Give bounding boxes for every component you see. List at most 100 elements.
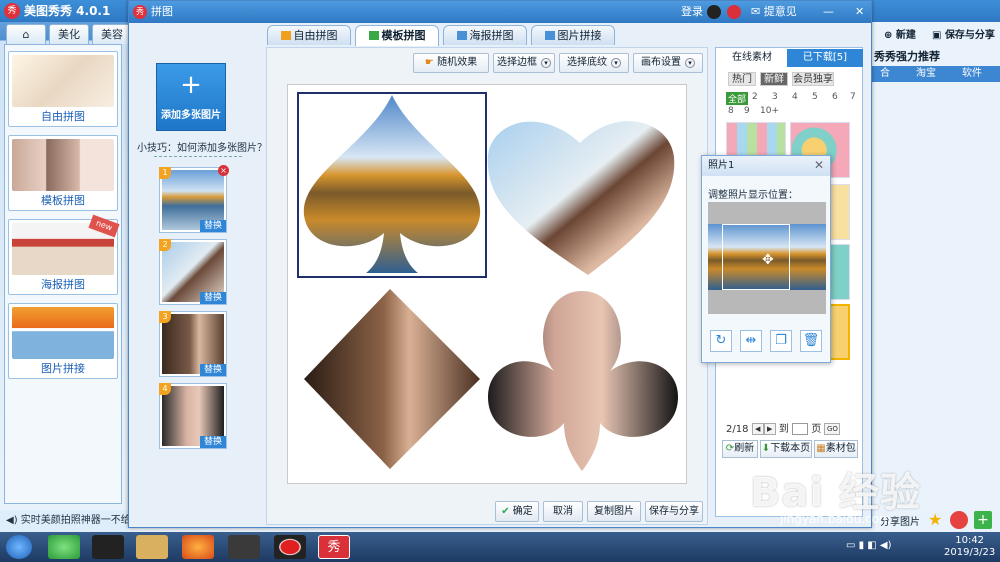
firefox-icon[interactable] (182, 535, 214, 559)
recommend-tab[interactable]: 合 (880, 66, 890, 82)
close-icon[interactable]: ✕ (814, 158, 824, 172)
tab-template-collage[interactable]: 模板拼图 (355, 25, 439, 46)
tab-poster-collage[interactable]: 海报拼图 (443, 25, 527, 45)
tray-icons[interactable]: ▭ ▮ ◧ ◀) (846, 540, 892, 551)
meitu-taskbar-icon[interactable]: 秀 (318, 535, 350, 559)
heart-photo[interactable] (487, 121, 675, 275)
refresh-icon: ⟳ (725, 443, 735, 454)
delete-icon[interactable]: 🗑 (800, 330, 822, 352)
card-image-stitch[interactable]: 图片拼接 (8, 303, 118, 379)
video-player-icon[interactable] (228, 535, 260, 559)
filter-2[interactable]: 2 (752, 92, 758, 102)
check-icon: ✔ (501, 506, 513, 517)
add-multiple-images-button[interactable]: + 添加多张图片 (156, 63, 226, 131)
card-thumbnail (12, 307, 114, 359)
delete-icon[interactable]: × (218, 165, 229, 176)
tab-free-collage[interactable]: 自由拼图 (267, 25, 351, 45)
feedback-link[interactable]: ✉ 提意见 (751, 4, 797, 20)
copy-icon[interactable]: ❐ (770, 330, 792, 352)
download-page-button[interactable]: ⬇下载本页 (760, 440, 812, 458)
random-effect-button[interactable]: ☛ 随机效果 (413, 53, 489, 73)
filter-8[interactable]: 8 (728, 106, 734, 116)
system-clock[interactable]: 10:42 2019/3/23 (944, 535, 995, 559)
spade-photo[interactable] (303, 95, 481, 273)
copy-image-button[interactable]: 复制图片 (587, 501, 641, 522)
replace-button[interactable]: 替换 (200, 364, 226, 376)
photo-slot-3[interactable]: 3 替换 (159, 311, 227, 377)
tab-image-stitch[interactable]: 图片拼接 (531, 25, 615, 45)
photo-slot-4[interactable]: 4 替换 (159, 383, 227, 449)
tab-downloaded[interactable]: 已下载[5] (787, 49, 863, 67)
qq-icon[interactable] (92, 535, 124, 559)
template-collage-icon (368, 31, 379, 40)
recommend-tab[interactable]: 淘宝 (916, 66, 936, 82)
card-label: 自由拼图 (41, 110, 85, 123)
recommend-tab[interactable]: 软件 (962, 66, 982, 82)
recorder-icon[interactable] (274, 535, 306, 559)
move-icon[interactable]: ✥ (762, 252, 774, 268)
new-button[interactable]: ⊕ 新建 (884, 26, 916, 41)
filter-10-plus[interactable]: 10+ (760, 106, 779, 116)
filter-5[interactable]: 5 (812, 92, 818, 102)
flip-icon[interactable]: ⇹ (740, 330, 762, 352)
file-explorer-icon[interactable] (136, 535, 168, 559)
photo-slot-2[interactable]: 2 替换 (159, 239, 227, 305)
refresh-button[interactable]: ⟳刷新 (722, 440, 758, 458)
main-app-right-area (872, 22, 1000, 510)
photo-slot-1[interactable]: 1 × 替换 (159, 165, 229, 233)
club-photo[interactable] (488, 291, 678, 471)
save-share-button[interactable]: 保存与分享 (645, 501, 703, 522)
cancel-button[interactable]: 取消 (543, 501, 583, 522)
add-icon[interactable]: + (974, 511, 992, 529)
login-link[interactable]: 登录 (681, 4, 703, 20)
category-new[interactable]: 新鲜 (760, 72, 788, 86)
card-label: 图片拼接 (41, 362, 85, 375)
canvas-settings-button[interactable]: 画布设置 ▾ (633, 53, 703, 73)
card-poster-collage[interactable]: new 海报拼图 (8, 214, 120, 295)
tab-home[interactable]: ⌂ (6, 24, 46, 44)
filter-9[interactable]: 9 (744, 106, 750, 116)
crop-frame[interactable] (722, 224, 790, 290)
weibo-icon[interactable] (727, 5, 741, 19)
save-share-button[interactable]: ▣ 保存与分享 (932, 26, 995, 41)
category-hot[interactable]: 热门 (728, 72, 756, 86)
tab-online-materials[interactable]: 在线素材 (717, 49, 787, 67)
next-page-button[interactable]: ▶ (763, 423, 776, 435)
filter-4[interactable]: 4 (792, 92, 798, 102)
filter-3[interactable]: 3 (772, 92, 778, 102)
qq-icon[interactable] (707, 5, 721, 19)
confirm-button[interactable]: ✔ 确定 (495, 501, 539, 522)
slot-number: 2 (159, 239, 171, 251)
card-template-collage[interactable]: 模板拼图 (8, 135, 118, 211)
bottom-ad-bar[interactable]: ◀) 实时美颜拍照神器一不给图 (0, 510, 128, 532)
rotate-icon[interactable]: ↻ (710, 330, 732, 352)
weibo-icon[interactable] (950, 511, 968, 529)
browser-360-icon[interactable] (48, 535, 80, 559)
download-icon: ⬇ (761, 443, 771, 454)
category-vip[interactable]: 会员独享 (792, 72, 834, 86)
replace-button[interactable]: 替换 (200, 292, 226, 304)
diamond-photo[interactable] (304, 289, 480, 469)
minimize-button[interactable]: — (823, 4, 834, 20)
star-icon[interactable]: ★ (928, 511, 946, 529)
tip-link[interactable]: 小技巧：如何添加多张图片？ (137, 139, 267, 154)
chevron-down-icon: ▾ (611, 58, 621, 68)
replace-button[interactable]: 替换 (200, 220, 226, 232)
choose-texture-button[interactable]: 选择底纹 ▾ (559, 53, 629, 73)
material-pack-button[interactable]: ▦素材包 (814, 440, 858, 458)
filter-all[interactable]: 全部 (726, 92, 749, 105)
chevron-down-icon: ▾ (685, 58, 695, 68)
start-button[interactable] (6, 535, 32, 559)
tab-makeup[interactable]: 美容 (92, 24, 132, 44)
close-window-button[interactable]: ✕ (855, 4, 864, 20)
replace-button[interactable]: 替换 (200, 436, 226, 448)
choose-border-button[interactable]: 选择边框 ▾ (493, 53, 555, 73)
filter-6[interactable]: 6 (832, 92, 838, 102)
filter-7[interactable]: 7 (850, 92, 856, 102)
photo-position-preview[interactable]: ✥ (708, 202, 826, 314)
page-number-input[interactable] (792, 423, 809, 435)
card-free-collage[interactable]: 自由拼图 (8, 51, 118, 127)
go-button[interactable]: GO (824, 423, 841, 435)
tab-beautify[interactable]: 美化 (49, 24, 89, 44)
prev-page-button[interactable]: ◀ (751, 423, 764, 435)
